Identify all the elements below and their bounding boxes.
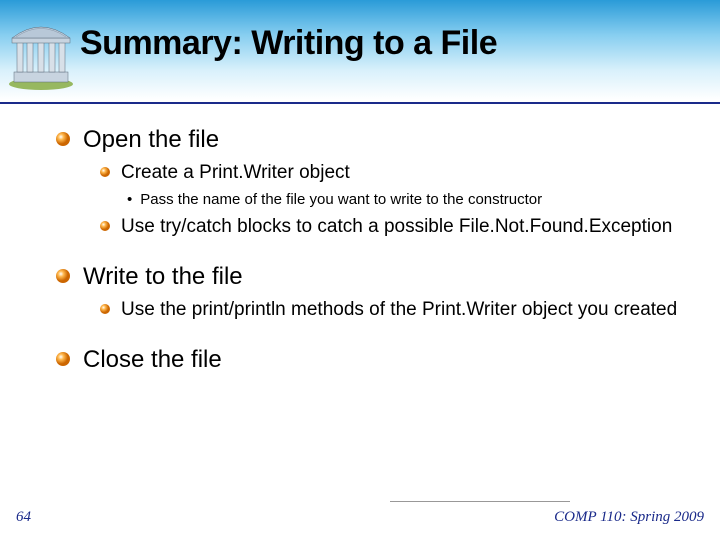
bullet-text: Use try/catch blocks to catch a possible… [121,215,672,240]
bullet-icon [99,166,111,178]
title-underline [0,102,720,104]
bullet-text: Pass the name of the file you want to wr… [140,190,542,210]
slide-content: Open the file Create a Print.Writer obje… [55,125,700,397]
bullet-text: Create a Print.Writer object [121,161,350,186]
bullet-text: Write to the file [83,262,243,292]
bullet-dot: • [127,190,132,210]
bullet-icon [99,303,111,315]
footer-divider [390,501,570,502]
page-number: 64 [16,509,31,526]
course-info: COMP 110: Spring 2009 [554,509,704,526]
bullet-icon [55,351,71,367]
bullet-open-file: Open the file Create a Print.Writer obje… [55,125,700,240]
bullet-icon [99,220,111,232]
bullet-text: Close the file [83,345,222,375]
bullet-text: Use the print/println methods of the Pri… [121,298,677,323]
bullet-write-file: Write to the file Use the print/println … [55,262,700,323]
bullet-close-file: Close the file [55,345,700,375]
bullet-icon [55,131,71,147]
bullet-icon [55,268,71,284]
bullet-text: Open the file [83,125,219,155]
unc-well-logo [6,14,76,92]
slide-title: Summary: Writing to a File [80,24,497,63]
